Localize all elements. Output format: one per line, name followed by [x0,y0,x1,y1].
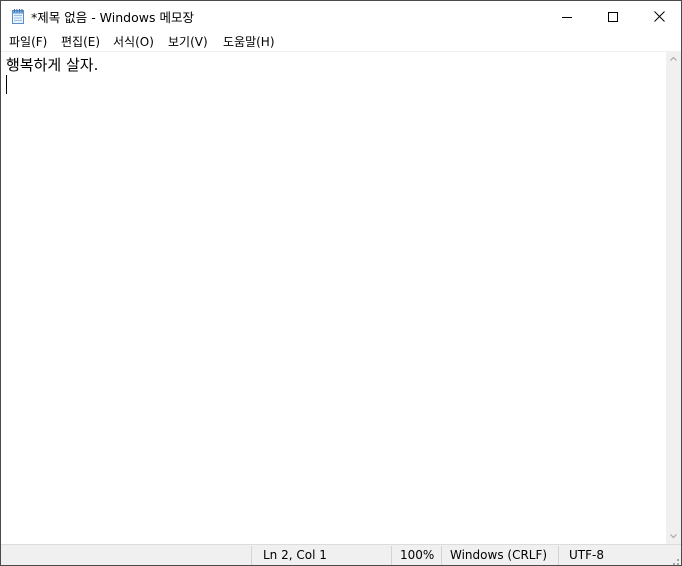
menu-format[interactable]: 서식(O) [112,33,155,50]
scroll-up-button[interactable] [666,51,681,67]
notepad-window: *제목 없음 - Windows 메모장 파일(F) 편집(E) 서식(O) 보… [0,0,682,566]
cursor-position: Ln 2, Col 1 [263,548,327,562]
maximize-icon [608,7,618,26]
text-editor[interactable]: 행복하게 살자. [1,51,666,545]
minimize-button[interactable] [544,1,590,31]
status-divider [251,546,252,565]
notepad-icon[interactable] [10,8,26,24]
menu-bar: 파일(F) 편집(E) 서식(O) 보기(V) 도움말(H) [1,31,681,51]
scroll-down-button[interactable] [666,528,681,544]
close-button[interactable] [636,1,681,31]
vertical-scrollbar[interactable] [666,51,681,544]
editor-content[interactable]: 행복하게 살자. [6,55,98,75]
close-icon [653,7,665,26]
menu-help[interactable]: 도움말(H) [222,33,276,50]
zoom-level: 100% [400,548,435,562]
menu-edit[interactable]: 편집(E) [60,33,101,50]
chevron-up-icon [666,52,681,71]
title-bar[interactable]: *제목 없음 - Windows 메모장 [1,1,681,31]
line-ending: Windows (CRLF) [450,548,548,562]
status-divider [558,546,559,565]
status-bar: Ln 2, Col 1 100% Windows (CRLF) UTF-8 [1,544,681,565]
menu-file[interactable]: 파일(F) [8,33,48,50]
window-title: *제목 없음 - Windows 메모장 [31,10,194,25]
minimize-icon [562,7,572,26]
resize-grip-icon[interactable] [669,554,679,565]
status-divider [391,546,392,565]
encoding: UTF-8 [569,548,604,562]
maximize-button[interactable] [590,1,636,31]
menu-view[interactable]: 보기(V) [167,33,209,50]
status-divider [441,546,442,565]
text-caret [6,75,7,94]
